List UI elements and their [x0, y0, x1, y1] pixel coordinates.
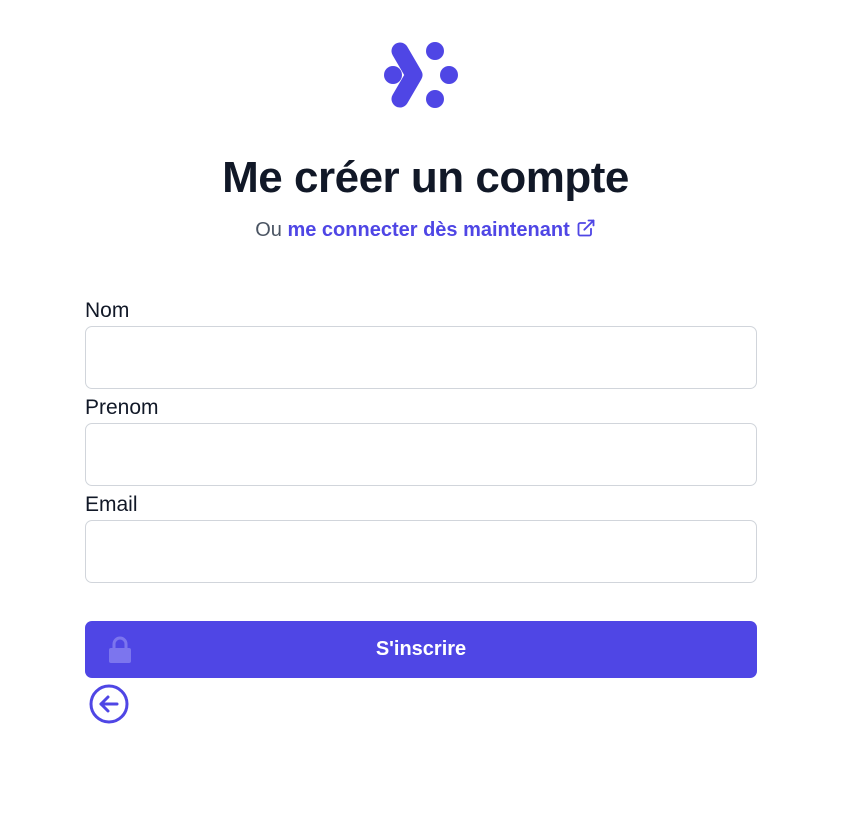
back-arrow-icon[interactable]	[88, 683, 130, 725]
subtitle: Ou me connecter dès maintenant	[0, 216, 851, 244]
email-label: Email	[85, 493, 138, 516]
login-link-label: me connecter dès maintenant	[287, 219, 570, 241]
login-link[interactable]: me connecter dès maintenant	[287, 219, 595, 241]
lock-icon	[109, 636, 131, 663]
signup-button-label: S'inscrire	[375, 638, 467, 660]
signup-page: Me créer un compte Ou me connecter dès m…	[0, 0, 851, 817]
email-input[interactable]	[85, 520, 757, 583]
page-title: Me créer un compte	[222, 153, 629, 202]
brand-logo-icon	[384, 42, 458, 108]
external-link-icon	[577, 219, 595, 237]
signup-form: Nom Prenom Email	[85, 296, 757, 587]
subtitle-prefix: Ou	[255, 219, 282, 241]
signup-button[interactable]: S'inscrire	[85, 621, 757, 678]
prenom-label: Prenom	[85, 396, 159, 419]
prenom-input[interactable]	[85, 423, 757, 486]
nom-input[interactable]	[85, 326, 757, 389]
nom-label: Nom	[85, 299, 130, 322]
